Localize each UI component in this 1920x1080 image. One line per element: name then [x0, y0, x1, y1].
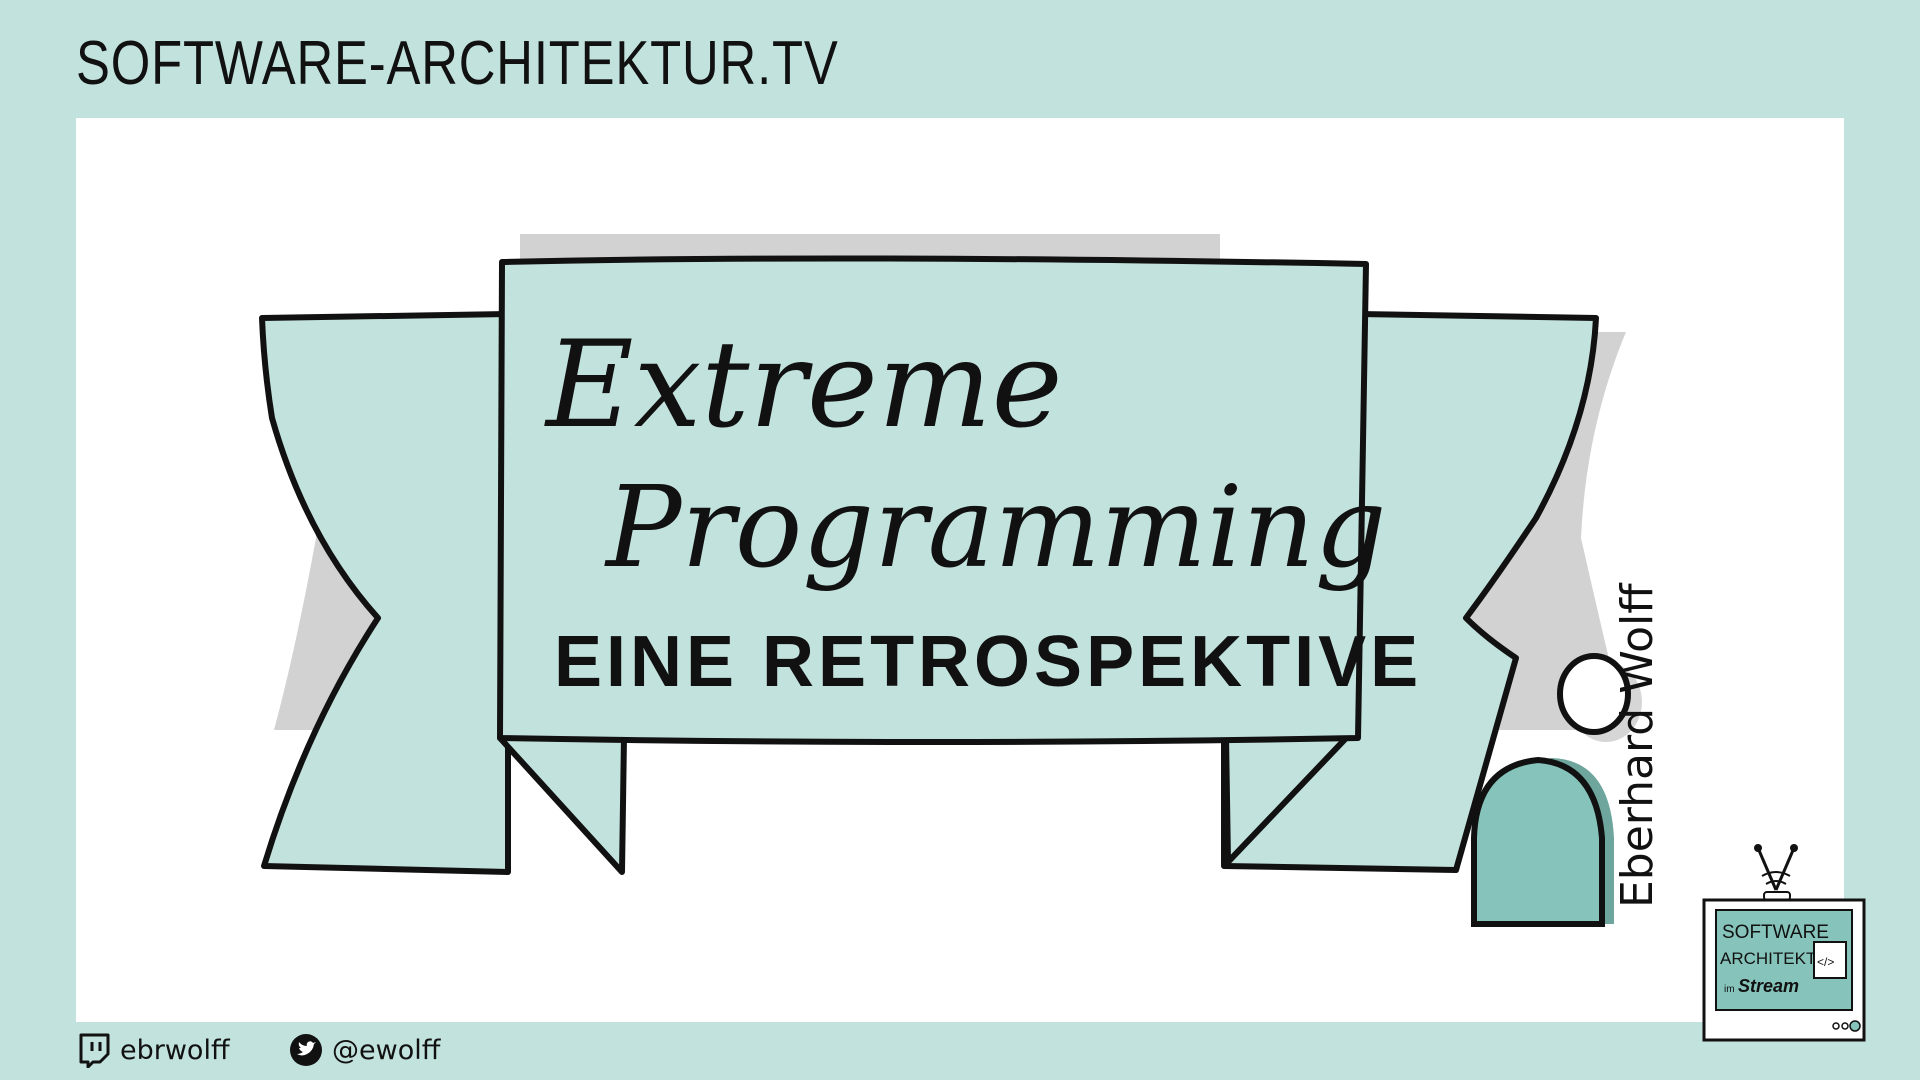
site-title: SOFTWARE-ARCHITEKTUR.TV — [76, 29, 839, 98]
twitter-handle: @ewolff — [332, 1034, 441, 1066]
slide-title-line2: Programming — [604, 463, 1386, 593]
banner-illustration: Extreme Programming EINE RETROSPEKTIVE E… — [259, 234, 1663, 927]
slide-canvas: Extreme Programming EINE RETROSPEKTIVE E… — [76, 118, 1844, 1022]
twitch-link[interactable]: ebrwolff — [76, 1030, 230, 1070]
logo-line3-prefix: im — [1724, 984, 1735, 995]
logo-line1: SOFTWARE — [1722, 922, 1829, 943]
twitter-link[interactable]: @ewolff — [288, 1030, 440, 1070]
twitter-bird-icon — [288, 1032, 324, 1068]
tv-logo: SOFTWARE ARCHITEKTUR im Stream </> — [1700, 840, 1870, 1050]
twitch-icon — [76, 1032, 112, 1069]
logo-line3: Stream — [1738, 976, 1799, 996]
logo-code-glyph: </> — [1817, 955, 1834, 969]
banner-left-tail — [259, 311, 511, 875]
slide-subtitle: EINE RETROSPEKTIVE — [554, 622, 1422, 702]
twitch-handle: ebrwolff — [120, 1034, 230, 1066]
presenter-name: Eberhard Wolff — [1612, 582, 1663, 908]
banner-left-fold — [497, 733, 627, 875]
slide-title-line1: Extreme — [544, 316, 1063, 455]
